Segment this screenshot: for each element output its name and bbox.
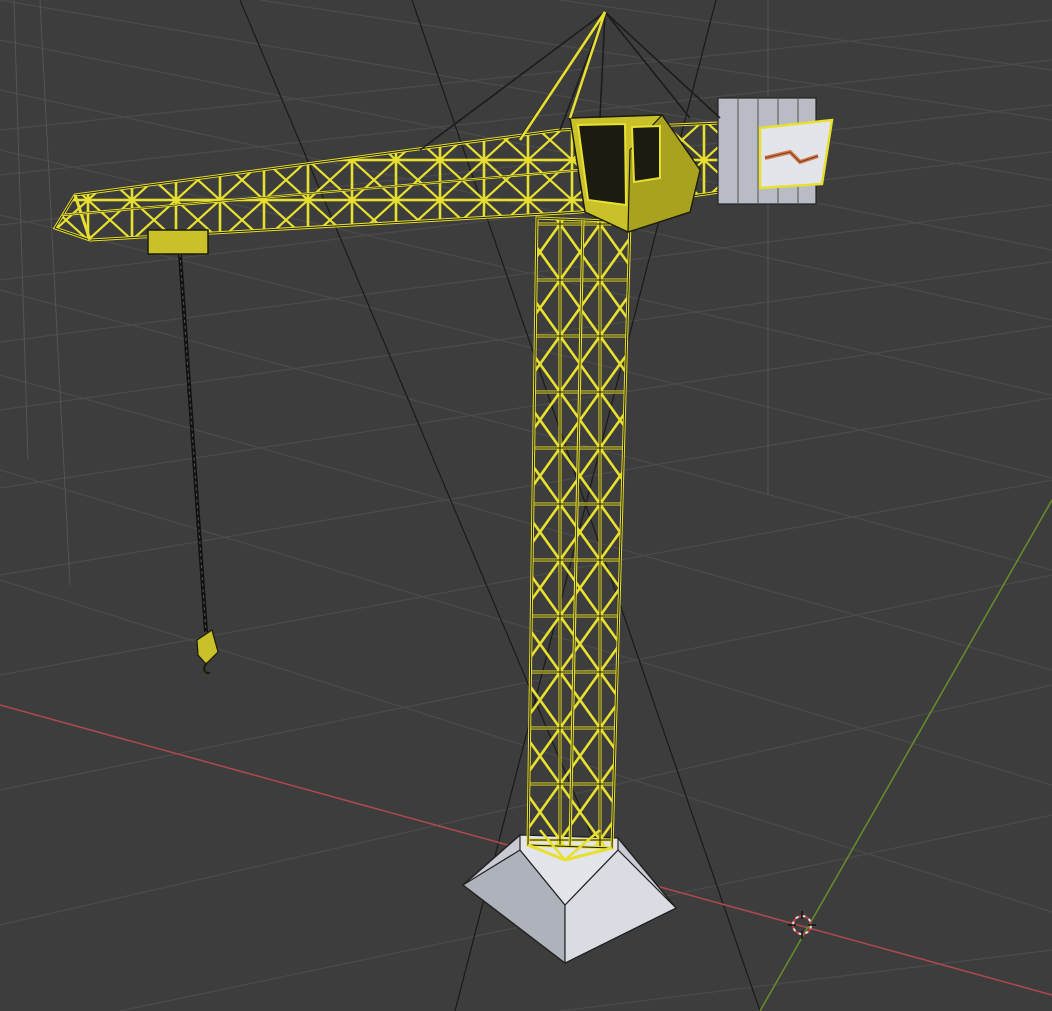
vertical-guides [13,0,769,586]
tower-crane[interactable] [52,11,834,965]
crosshair-target-icon[interactable] [788,911,816,939]
crane-mast [526,216,632,862]
viewport-canvas[interactable] [0,0,1052,1011]
crane-hook [196,629,219,675]
3d-viewport[interactable] [0,0,1052,1011]
crane-trolley [147,229,209,255]
counterweight [717,97,834,205]
